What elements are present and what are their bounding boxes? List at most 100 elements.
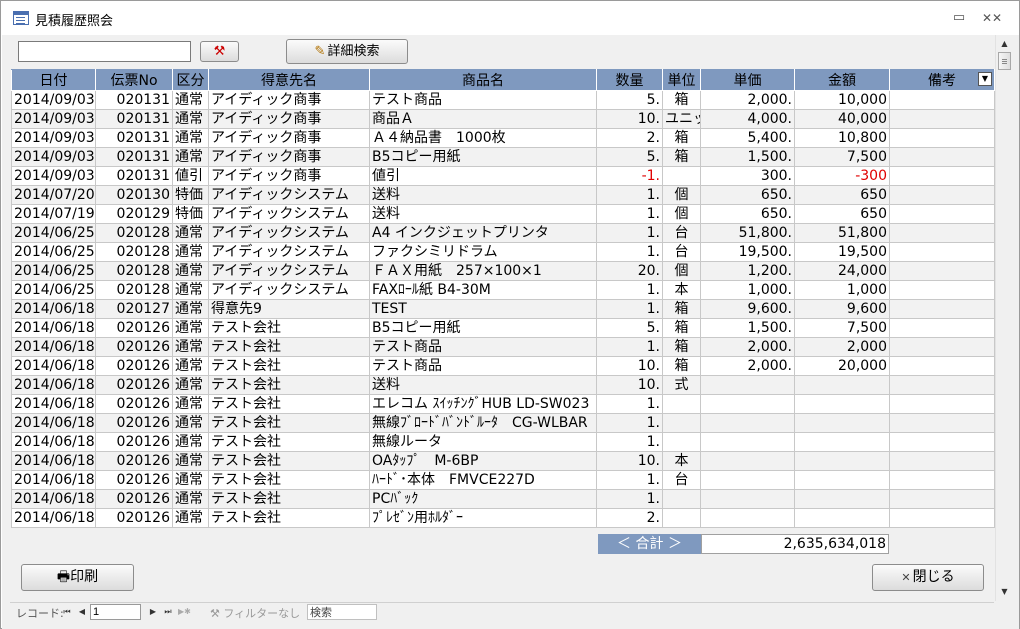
cell-category[interactable]: 通常 xyxy=(172,109,209,129)
cell-amount[interactable]: 650 xyxy=(794,204,890,224)
cell-quantity[interactable]: 2. xyxy=(596,508,663,528)
cell-date[interactable]: 2014/06/18 xyxy=(11,451,96,471)
cell-amount[interactable]: 1,000 xyxy=(794,280,890,300)
cell-slip-no[interactable]: 020126 xyxy=(95,413,173,433)
cell-product[interactable]: ﾊｰﾄﾞ･本体 FMVCE227D xyxy=(369,470,597,490)
cell-date[interactable]: 2014/09/03 xyxy=(11,166,96,186)
cell-quantity[interactable]: 1. xyxy=(596,204,663,224)
cell-customer[interactable]: アイディック商事 xyxy=(208,109,370,129)
cell-quantity[interactable]: 1. xyxy=(596,280,663,300)
cell-date[interactable]: 2014/06/18 xyxy=(11,470,96,490)
table-row[interactable]: 2014/09/03 020131 通常 アイディック商事 Ａ４納品書 1000枚 2. 箱… xyxy=(11,128,995,148)
cell-unit[interactable]: 箱 xyxy=(662,128,701,148)
cell-slip-no[interactable]: 020130 xyxy=(95,185,173,205)
cell-slip-no[interactable]: 020129 xyxy=(95,204,173,224)
cell-unit[interactable]: 台 xyxy=(662,470,701,490)
cell-category[interactable]: 値引 xyxy=(172,166,209,186)
cell-notes[interactable] xyxy=(889,375,995,395)
cell-unit-price[interactable]: 2,000. xyxy=(700,356,795,376)
col-header-customer[interactable]: 得意先名 xyxy=(208,69,370,91)
cell-category[interactable]: 通常 xyxy=(172,508,209,528)
cell-date[interactable]: 2014/07/19 xyxy=(11,204,96,224)
cell-quantity[interactable]: 20. xyxy=(596,261,663,281)
cell-unit[interactable]: 箱 xyxy=(662,90,701,110)
cell-quantity[interactable]: 1. xyxy=(596,432,663,452)
table-row[interactable]: 2014/06/18 020126 通常 テスト会社 無線ﾌﾞﾛｰﾄﾞﾊﾞﾝﾄﾞﾙｰﾀ … xyxy=(11,413,995,433)
cell-customer[interactable]: テスト会社 xyxy=(208,470,370,490)
cell-category[interactable]: 通常 xyxy=(172,299,209,319)
table-row[interactable]: 2014/06/18 020126 通常 テスト会社 送料 10. 式 xyxy=(11,375,995,395)
cell-customer[interactable]: アイディックシステム xyxy=(208,242,370,262)
cell-unit[interactable]: 個 xyxy=(662,185,701,205)
col-header-product[interactable]: 商品名 xyxy=(369,69,597,91)
table-row[interactable]: 2014/07/19 020129 特価 アイディックシステム 送料 1. 個 650. 650 xyxy=(11,204,995,224)
cell-category[interactable]: 通常 xyxy=(172,489,209,509)
cell-slip-no[interactable]: 020126 xyxy=(95,451,173,471)
cell-slip-no[interactable]: 020126 xyxy=(95,356,173,376)
cell-category[interactable]: 通常 xyxy=(172,280,209,300)
cell-quantity[interactable]: 1. xyxy=(596,223,663,243)
cell-quantity[interactable]: 10. xyxy=(596,375,663,395)
cell-unit-price[interactable]: 4,000. xyxy=(700,109,795,129)
cell-amount[interactable] xyxy=(794,375,890,395)
table-row[interactable]: 2014/06/18 020126 通常 テスト会社 PCﾊﾞｯｸ 1. xyxy=(11,489,995,509)
cell-slip-no[interactable]: 020131 xyxy=(95,90,173,110)
cell-date[interactable]: 2014/06/25 xyxy=(11,223,96,243)
cell-amount[interactable]: 650 xyxy=(794,185,890,205)
cell-quantity[interactable]: 1. xyxy=(596,489,663,509)
cell-product[interactable]: テスト商品 xyxy=(369,90,597,110)
vertical-scrollbar[interactable]: ▲ ▼ xyxy=(995,35,1013,601)
cell-notes[interactable] xyxy=(889,109,995,129)
cell-product[interactable]: エレコム ｽｲｯﾁﾝｸﾞHUB LD-SW023 xyxy=(369,394,597,414)
cell-slip-no[interactable]: 020128 xyxy=(95,280,173,300)
cell-quantity[interactable]: 1. xyxy=(596,413,663,433)
cell-amount[interactable]: 19,500 xyxy=(794,242,890,262)
cell-quantity[interactable]: 1. xyxy=(596,185,663,205)
cell-unit-price[interactable] xyxy=(700,375,795,395)
last-record-icon[interactable]: ⏭ xyxy=(162,605,174,619)
cell-quantity[interactable]: 1. xyxy=(596,242,663,262)
cell-unit[interactable]: 箱 xyxy=(662,318,701,338)
cell-customer[interactable]: テスト会社 xyxy=(208,356,370,376)
cell-unit[interactable]: 箱 xyxy=(662,147,701,167)
cell-unit-price[interactable] xyxy=(700,470,795,490)
cell-unit[interactable]: 本 xyxy=(662,451,701,471)
col-header-notes[interactable]: 備考 ▼ xyxy=(889,69,995,91)
search-input[interactable] xyxy=(18,41,191,62)
cell-unit-price[interactable]: 1,200. xyxy=(700,261,795,281)
cell-category[interactable]: 通常 xyxy=(172,90,209,110)
cell-customer[interactable]: アイディックシステム xyxy=(208,223,370,243)
cell-customer[interactable]: アイディックシステム xyxy=(208,261,370,281)
cell-slip-no[interactable]: 020126 xyxy=(95,394,173,414)
cell-slip-no[interactable]: 020131 xyxy=(95,109,173,129)
cell-date[interactable]: 2014/06/18 xyxy=(11,299,96,319)
first-record-icon[interactable]: ⏮ xyxy=(61,605,73,619)
detail-search-button[interactable]: ✎ 詳細検索 xyxy=(286,39,408,64)
close-icon[interactable]: ✕✕ xyxy=(982,9,1002,27)
cell-unit[interactable]: 箱 xyxy=(662,356,701,376)
cell-category[interactable]: 通常 xyxy=(172,337,209,357)
cell-slip-no[interactable]: 020126 xyxy=(95,432,173,452)
cell-notes[interactable] xyxy=(889,204,995,224)
cell-unit-price[interactable] xyxy=(700,508,795,528)
cell-amount[interactable]: 40,000 xyxy=(794,109,890,129)
cell-unit-price[interactable]: 5,400. xyxy=(700,128,795,148)
cell-date[interactable]: 2014/09/03 xyxy=(11,109,96,129)
cell-unit[interactable]: 台 xyxy=(662,242,701,262)
cell-notes[interactable] xyxy=(889,242,995,262)
cell-date[interactable]: 2014/09/03 xyxy=(11,128,96,148)
cell-product[interactable]: 無線ルータ xyxy=(369,432,597,452)
cell-customer[interactable]: テスト会社 xyxy=(208,413,370,433)
cell-notes[interactable] xyxy=(889,356,995,376)
nav-search-input[interactable] xyxy=(307,604,377,620)
cell-customer[interactable]: テスト会社 xyxy=(208,318,370,338)
cell-quantity[interactable]: 2. xyxy=(596,128,663,148)
cell-customer[interactable]: テスト会社 xyxy=(208,432,370,452)
table-row[interactable]: 2014/06/18 020126 通常 テスト会社 エレコム ｽｲｯﾁﾝｸﾞHUB L… xyxy=(11,394,995,414)
cell-slip-no[interactable]: 020126 xyxy=(95,489,173,509)
table-row[interactable]: 2014/06/25 020128 通常 アイディックシステム FAXﾛｰﾙ紙 B4-3… xyxy=(11,280,995,300)
cell-amount[interactable] xyxy=(794,413,890,433)
cell-notes[interactable] xyxy=(889,489,995,509)
table-row[interactable]: 2014/09/03 020131 通常 アイディック商事 B5コピー用紙 5. 箱 1,50… xyxy=(11,147,995,167)
cell-unit-price[interactable]: 51,800. xyxy=(700,223,795,243)
